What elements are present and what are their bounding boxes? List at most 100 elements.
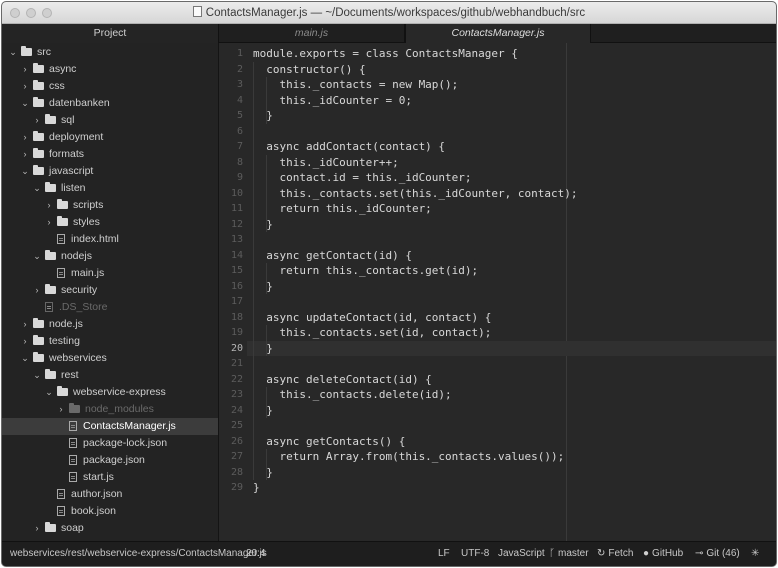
code-line[interactable]: }: [253, 279, 273, 295]
code-line[interactable]: }: [253, 465, 273, 481]
chevron-right-icon[interactable]: ›: [56, 401, 66, 418]
chevron-down-icon[interactable]: ⌄: [20, 163, 30, 180]
code-line[interactable]: }: [253, 108, 273, 124]
tree-item[interactable]: › security: [2, 282, 218, 299]
status-file-path[interactable]: webservices/rest/webservice-express/Cont…: [10, 548, 267, 559]
chevron-down-icon[interactable]: ⌄: [20, 95, 30, 112]
chevron-right-icon[interactable]: ›: [32, 112, 42, 129]
squirrel-icon[interactable]: ✳: [751, 548, 759, 559]
chevron-right-icon[interactable]: ›: [44, 197, 54, 214]
tree-item[interactable]: › node.js: [2, 316, 218, 333]
tree-item[interactable]: ⌄ src: [2, 44, 218, 61]
file-icon: [57, 268, 65, 278]
tree-item[interactable]: package.json: [2, 452, 218, 469]
tree-item[interactable]: › deployment: [2, 129, 218, 146]
code-line[interactable]: this._idCounter++;: [253, 155, 398, 171]
code-line[interactable]: }: [253, 341, 273, 357]
code-line[interactable]: async updateContact(id, contact) {: [253, 310, 491, 326]
tree-item[interactable]: ⌄ rest: [2, 367, 218, 384]
chevron-right-icon[interactable]: ›: [20, 333, 30, 350]
tree-item[interactable]: ⌄ nodejs: [2, 248, 218, 265]
tree-item[interactable]: › formats: [2, 146, 218, 163]
tab-contacts-manager-js[interactable]: ContactsManager.js: [405, 24, 591, 43]
code-line[interactable]: this._contacts = new Map();: [253, 77, 458, 93]
chevron-down-icon[interactable]: ⌄: [44, 384, 54, 401]
tree-item[interactable]: main.js: [2, 265, 218, 282]
chevron-right-icon[interactable]: ›: [20, 78, 30, 95]
tree-item[interactable]: ⌄ datenbanken: [2, 95, 218, 112]
tree-item-label: soap: [61, 522, 84, 534]
line-number: 25: [230, 420, 243, 431]
tree-item[interactable]: › node_modules: [2, 401, 218, 418]
code-line[interactable]: return Array.from(this._contacts.values(…: [253, 449, 564, 465]
tree-item[interactable]: .DS_Store: [2, 299, 218, 316]
chevron-down-icon[interactable]: ⌄: [8, 44, 18, 61]
code-line[interactable]: constructor() {: [253, 62, 365, 78]
tab-main-js[interactable]: main.js: [219, 24, 405, 43]
code-line[interactable]: module.exports = class ContactsManager {: [253, 46, 518, 62]
chevron-down-icon[interactable]: ⌄: [20, 350, 30, 367]
tree-item[interactable]: ⌄ webservices: [2, 350, 218, 367]
status-github[interactable]: ● GitHub: [643, 548, 683, 559]
code-line[interactable]: }: [253, 480, 260, 496]
code-line[interactable]: }: [253, 217, 273, 233]
tree-item-label: security: [61, 284, 98, 296]
tree-item-label: package-lock.json: [83, 437, 168, 449]
line-number: 28: [230, 466, 243, 478]
tree-item[interactable]: ⌄ listen: [2, 180, 218, 197]
code-line[interactable]: contact.id = this._idCounter;: [253, 170, 471, 186]
chevron-right-icon[interactable]: ›: [20, 146, 30, 163]
chevron-down-icon[interactable]: ⌄: [32, 180, 42, 197]
chevron-down-icon[interactable]: ⌄: [32, 248, 42, 265]
tree-item[interactable]: package-lock.json: [2, 435, 218, 452]
tree-item[interactable]: ⌄ javascript: [2, 163, 218, 180]
code-line[interactable]: async addContact(contact) {: [253, 139, 445, 155]
status-cursor-position[interactable]: 20:4: [246, 548, 265, 559]
status-line-ending[interactable]: LF: [438, 548, 450, 559]
status-encoding[interactable]: UTF-8: [461, 548, 489, 559]
status-branch[interactable]: ᚴ master: [549, 548, 589, 559]
status-grammar[interactable]: JavaScript: [498, 548, 545, 559]
code-line[interactable]: this._contacts.delete(id);: [253, 387, 451, 403]
code-line[interactable]: this._contacts.set(id, contact);: [253, 325, 491, 341]
line-number: 18: [230, 311, 243, 323]
chevron-right-icon[interactable]: ›: [32, 520, 42, 537]
chevron-right-icon[interactable]: ›: [44, 214, 54, 231]
tree-item[interactable]: ContactsManager.js: [2, 418, 218, 435]
code-line[interactable]: async getContacts() {: [253, 434, 405, 450]
code-line[interactable]: async deleteContact(id) {: [253, 372, 432, 388]
tree-item[interactable]: index.html: [2, 231, 218, 248]
tree-item[interactable]: › testing: [2, 333, 218, 350]
tree-item[interactable]: book.json: [2, 503, 218, 520]
tree-item[interactable]: › styles: [2, 214, 218, 231]
tree-item[interactable]: ⌄ webservice-express: [2, 384, 218, 401]
tree-item-label: testing: [49, 335, 80, 347]
code-line[interactable]: async getContact(id) {: [253, 248, 412, 264]
code-line[interactable]: return this._contacts.get(id);: [253, 263, 478, 279]
tree-item[interactable]: › scripts: [2, 197, 218, 214]
chevron-right-icon[interactable]: ›: [20, 61, 30, 78]
tree-item[interactable]: author.json: [2, 486, 218, 503]
code-line[interactable]: }: [253, 403, 273, 419]
line-number: 7: [236, 141, 243, 152]
chevron-down-icon[interactable]: ⌄: [32, 367, 42, 384]
code-editor[interactable]: 1 2 3 4 5 6 7 8 9 10 11 12 13 14 15 16 17 18 19 20 21 22 23 24 2…: [219, 43, 776, 543]
status-fetch[interactable]: ↻ Fetch: [597, 548, 633, 559]
file-icon: [45, 302, 53, 312]
code-line[interactable]: this._idCounter = 0;: [253, 93, 411, 109]
chevron-right-icon[interactable]: ›: [32, 282, 42, 299]
tree-item[interactable]: › async: [2, 61, 218, 78]
tab-project[interactable]: Project: [2, 24, 219, 43]
tree-item[interactable]: › sql: [2, 112, 218, 129]
line-number-gutter[interactable]: 1 2 3 4 5 6 7 8 9 10 11 12 13 14 15 16 17 18 19 20 21 22 23 24 2…: [219, 43, 247, 543]
code-line[interactable]: return this._idCounter;: [253, 201, 431, 217]
code-line[interactable]: this._contacts.set(this._idCounter, cont…: [253, 186, 577, 202]
line-number: 20: [230, 342, 243, 354]
folder-icon: [33, 148, 44, 158]
tree-item[interactable]: › soap: [2, 520, 218, 537]
chevron-right-icon[interactable]: ›: [20, 129, 30, 146]
status-git[interactable]: ⊸ Git (46): [695, 548, 740, 559]
chevron-right-icon[interactable]: ›: [20, 316, 30, 333]
tree-item[interactable]: › css: [2, 78, 218, 95]
tree-item[interactable]: start.js: [2, 469, 218, 486]
